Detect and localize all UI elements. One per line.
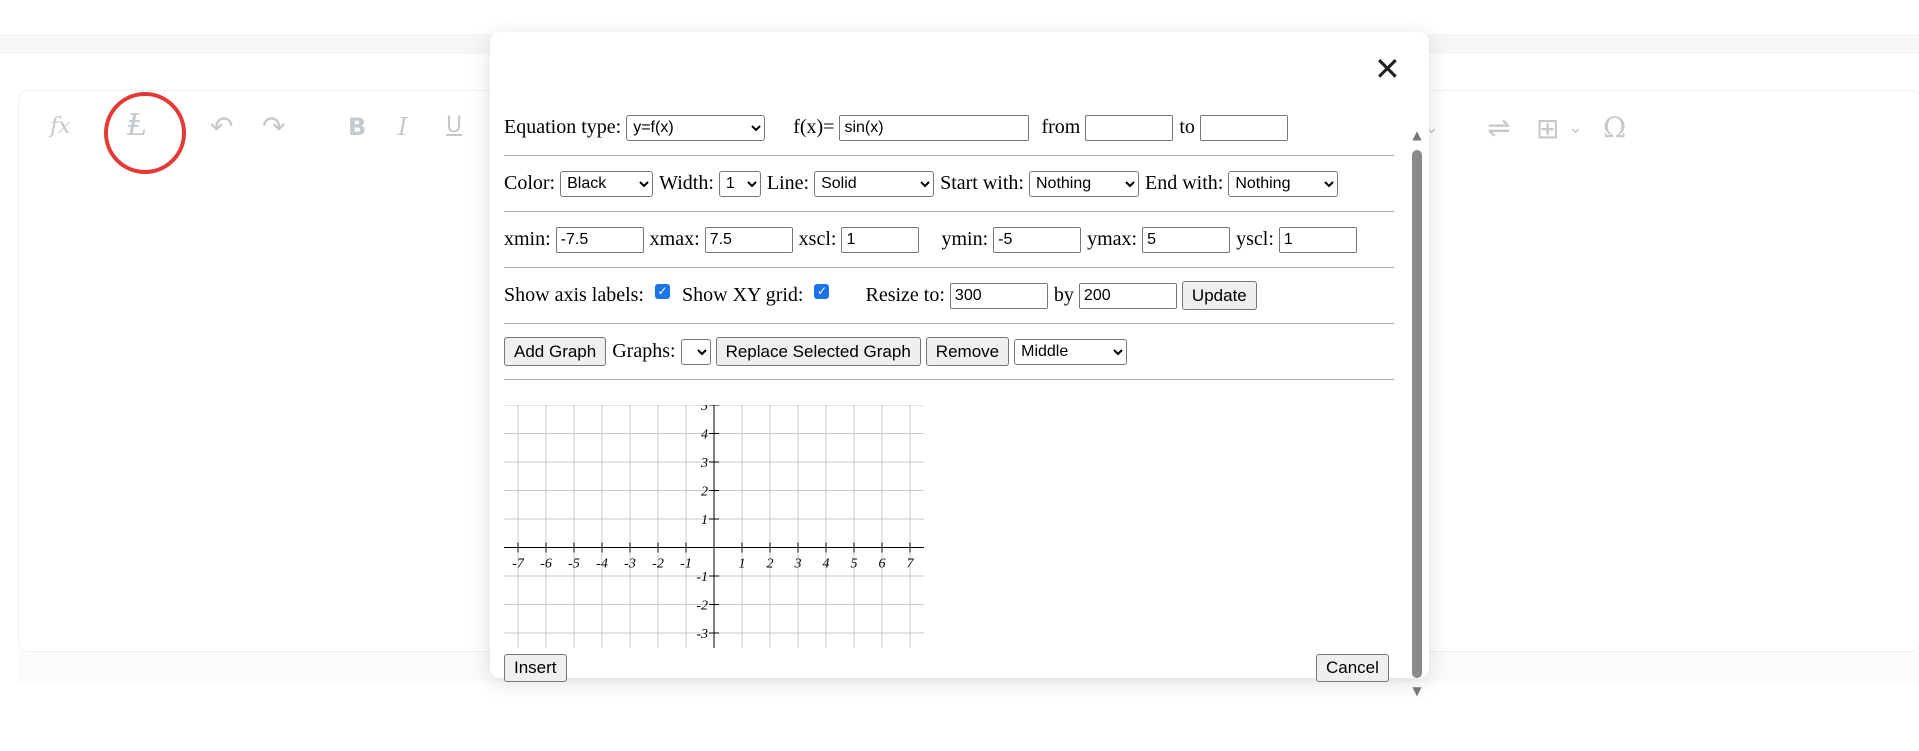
show-axis-labels-checkbox[interactable]: ✓	[655, 284, 670, 299]
x-tick-label: -5	[568, 557, 580, 572]
range-row: xmin: xmax: xscl: ymin: ymax: yscl:	[504, 212, 1394, 268]
yscl-label: yscl:	[1236, 228, 1274, 250]
start-with-select[interactable]: Nothing	[1028, 170, 1139, 197]
close-icon[interactable]: ✕	[1374, 50, 1401, 88]
add-graph-button[interactable]: Add Graph	[504, 337, 607, 366]
end-with-select[interactable]: Nothing	[1228, 170, 1339, 197]
to-input[interactable]	[1199, 114, 1288, 141]
xscl-input[interactable]	[841, 226, 920, 253]
xmin-input[interactable]	[555, 226, 644, 253]
y-tick-label: -3	[696, 627, 708, 642]
xscl-label: xscl:	[798, 228, 837, 250]
y-tick-label: 3	[700, 456, 708, 471]
graph-preview: -7-6-5-4-3-2-1123456754321-1-2-3-4-5	[504, 399, 924, 648]
x-tick-label: 6	[879, 557, 886, 572]
italic-icon[interactable]: I	[398, 113, 407, 141]
table-icon[interactable]: ⊞	[1536, 112, 1559, 145]
xmax-label: xmax:	[649, 228, 700, 250]
from-input[interactable]	[1085, 114, 1174, 141]
yscl-input[interactable]	[1278, 226, 1357, 253]
start-with-label: Start with:	[940, 172, 1024, 194]
update-button[interactable]: Update	[1181, 281, 1257, 310]
style-row: Color: Black Width: 1 Line: Solid Start …	[504, 156, 1394, 212]
axes-layer	[504, 404, 924, 648]
show-axis-labels-label: Show axis labels:	[504, 284, 644, 306]
y-tick-label: -2	[696, 599, 708, 614]
xmin-label: xmin:	[504, 228, 551, 250]
line-label: Line:	[766, 172, 810, 194]
x-tick-label: -7	[512, 557, 525, 572]
replace-selected-graph-button[interactable]: Replace Selected Graph	[715, 337, 921, 366]
resize-height-input[interactable]	[1078, 282, 1177, 309]
x-tick-label: 3	[794, 557, 802, 572]
swap-icon[interactable]: ⇌	[1487, 111, 1510, 144]
scroll-down-icon[interactable]: ▼	[1411, 684, 1423, 698]
table-chevron-down-icon[interactable]: ⌄	[1568, 117, 1583, 138]
dialog-scrollbar[interactable]: ▲ ▼	[1411, 98, 1423, 698]
color-select[interactable]: Black	[560, 170, 654, 197]
line-select[interactable]: Solid	[814, 170, 935, 197]
width-label: Width:	[659, 172, 714, 194]
from-label: from	[1041, 116, 1081, 138]
ymin-label: ymin:	[941, 228, 989, 250]
graphs-label: Graphs:	[612, 340, 676, 362]
fx-icon[interactable]: fx	[50, 114, 71, 139]
graph-dialog: ✕ Equation type: y=f(x) f(x)= from to Co…	[490, 32, 1429, 698]
undo-icon[interactable]: ↶	[210, 110, 233, 143]
x-tick-label: -6	[540, 557, 552, 572]
dialog-body: Equation type: y=f(x) f(x)= from to Colo…	[504, 100, 1394, 648]
show-grid-label: Show XY grid:	[682, 284, 804, 306]
ymax-input[interactable]	[1142, 226, 1231, 253]
y-tick-label: 1	[701, 513, 708, 528]
resize-label: Resize to:	[865, 284, 945, 306]
y-tick-label: 4	[701, 428, 708, 443]
y-tick-label: 2	[701, 485, 708, 500]
x-tick-label: -1	[680, 557, 692, 572]
width-select[interactable]: 1	[718, 170, 761, 197]
ymax-label: ymax:	[1087, 228, 1138, 250]
color-label: Color:	[504, 172, 556, 194]
alignment-select[interactable]: Middle	[1014, 338, 1128, 365]
scrollbar-thumb[interactable]	[1412, 150, 1422, 678]
graph-svg: -7-6-5-4-3-2-1123456754321-1-2-3-4-5	[504, 399, 924, 648]
ymin-input[interactable]	[993, 226, 1082, 253]
equation-type-label: Equation type:	[504, 116, 622, 138]
display-row: Show axis labels: ✓ Show XY grid: ✓ Resi…	[504, 268, 1394, 324]
x-tick-label: 5	[851, 557, 858, 572]
to-label: to	[1179, 116, 1195, 138]
resize-width-input[interactable]	[949, 282, 1048, 309]
omega-icon[interactable]: Ω	[1603, 111, 1626, 144]
show-grid-checkbox[interactable]: ✓	[814, 284, 830, 299]
graphs-select[interactable]	[680, 338, 711, 365]
fx-input[interactable]	[839, 114, 1030, 141]
x-tick-label: 1	[739, 557, 746, 572]
y-tick-label: 5	[701, 405, 708, 414]
redo-icon[interactable]: ↷	[262, 110, 285, 143]
y-tick-label: -1	[696, 570, 708, 585]
x-tick-label: 2	[767, 557, 774, 572]
bold-icon[interactable]: B	[348, 113, 366, 141]
fx-label: f(x)=	[793, 116, 835, 138]
by-label: by	[1053, 284, 1074, 306]
end-with-label: End with:	[1144, 172, 1224, 194]
x-tick-label: -2	[652, 557, 664, 572]
x-tick-label: 7	[907, 557, 915, 572]
highlight-circle	[104, 92, 186, 174]
x-tick-label: -3	[624, 557, 636, 572]
equation-row: Equation type: y=f(x) f(x)= from to	[504, 100, 1394, 156]
x-tick-label: -4	[596, 557, 608, 572]
equation-type-select[interactable]: y=f(x)	[626, 114, 766, 141]
insert-button[interactable]: Insert	[504, 654, 567, 682]
scroll-up-icon[interactable]: ▲	[1411, 128, 1423, 142]
x-tick-label: 4	[823, 557, 830, 572]
graphs-row: Add Graph Graphs: Replace Selected Graph…	[504, 324, 1394, 380]
cancel-button[interactable]: Cancel	[1316, 654, 1389, 682]
remove-button[interactable]: Remove	[925, 337, 1010, 366]
xmax-input[interactable]	[704, 226, 793, 253]
underline-icon[interactable]: U	[446, 113, 462, 138]
